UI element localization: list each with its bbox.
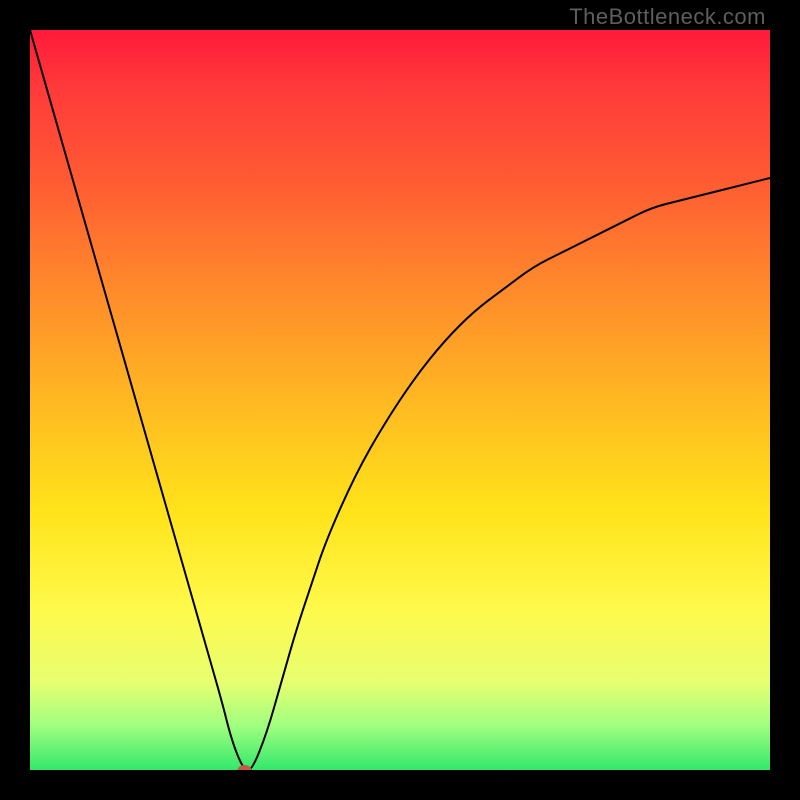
watermark-text: TheBottleneck.com [569, 4, 766, 30]
curve-path [30, 30, 770, 770]
chart-frame: TheBottleneck.com [0, 0, 800, 800]
optimum-marker [238, 765, 252, 770]
plot-area [30, 30, 770, 770]
bottleneck-curve [30, 30, 770, 770]
